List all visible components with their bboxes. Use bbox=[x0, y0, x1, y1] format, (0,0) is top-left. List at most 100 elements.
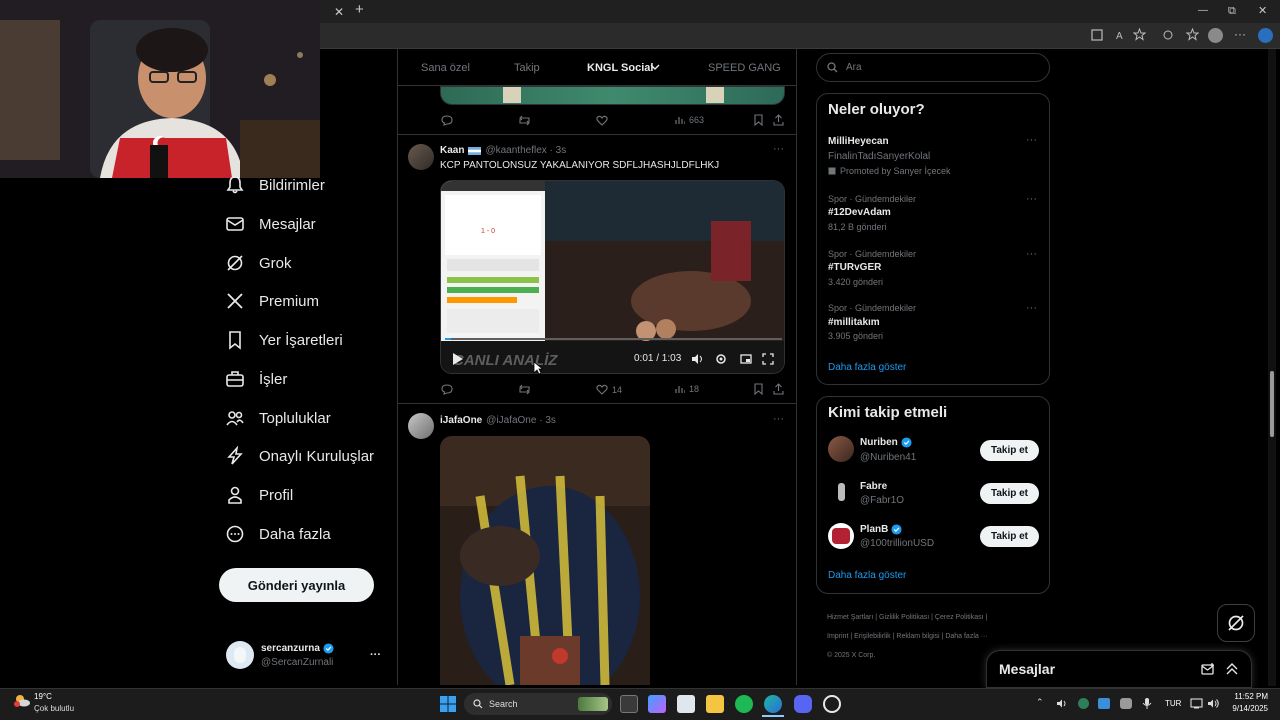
promoted-trend-name[interactable]: MilliHeyecan bbox=[828, 136, 889, 147]
scrollbar[interactable] bbox=[1268, 49, 1276, 686]
weather-icon[interactable] bbox=[12, 692, 32, 708]
share-icon[interactable] bbox=[773, 383, 784, 395]
search-input[interactable]: Ara bbox=[846, 62, 862, 73]
footer-link[interactable]: Gizlilik Politikası bbox=[879, 614, 929, 621]
windows-start-icon[interactable] bbox=[440, 696, 456, 712]
tweet-more-icon[interactable]: ··· bbox=[773, 143, 784, 155]
footer-link[interactable]: Reklam bilgisi bbox=[896, 633, 939, 640]
avatar[interactable] bbox=[828, 436, 854, 462]
settings-gear-icon[interactable] bbox=[715, 353, 727, 365]
close-tab-icon[interactable]: ✕ bbox=[334, 5, 344, 19]
input-language[interactable]: TUR bbox=[1165, 699, 1181, 708]
trend-name[interactable]: #millitakım bbox=[828, 317, 880, 328]
follow-button[interactable]: Takip et bbox=[980, 483, 1039, 504]
task-view-icon[interactable] bbox=[620, 695, 638, 713]
fullscreen-icon[interactable] bbox=[762, 353, 774, 365]
nav-item-grok[interactable]: Grok bbox=[225, 245, 292, 281]
footer-link[interactable]: Çerez Politikası bbox=[935, 614, 984, 621]
nav-item-bookmarks[interactable]: Yer İşaretleri bbox=[225, 322, 343, 358]
footer-link[interactable]: Daha fazla ··· bbox=[945, 633, 987, 640]
avatar[interactable] bbox=[408, 144, 434, 170]
tweet-more-icon[interactable]: ··· bbox=[773, 413, 784, 425]
bookmark-icon[interactable] bbox=[753, 114, 764, 126]
file-explorer-icon[interactable] bbox=[706, 695, 724, 713]
network-icon[interactable] bbox=[1190, 698, 1203, 709]
spotify-icon[interactable] bbox=[735, 695, 753, 713]
views-count[interactable]: 18 bbox=[675, 384, 699, 394]
tray-chevron-up-icon[interactable]: ⌃ bbox=[1036, 697, 1044, 708]
clock-time[interactable]: 11:52 PM bbox=[1226, 692, 1268, 701]
tab-following[interactable]: Takip bbox=[514, 62, 540, 74]
follow-button[interactable]: Takip et bbox=[980, 440, 1039, 461]
footer-link[interactable]: Erişilebilirlik bbox=[854, 633, 891, 640]
footer-link[interactable]: Imprint bbox=[827, 633, 848, 640]
new-message-icon[interactable] bbox=[1201, 662, 1215, 676]
tab-for-you[interactable]: Sana özel bbox=[421, 62, 470, 74]
trend-more-icon[interactable]: ··· bbox=[1026, 193, 1037, 205]
nav-item-jobs[interactable]: İşler bbox=[225, 361, 287, 397]
weather-desc[interactable]: Çok bulutlu bbox=[34, 704, 74, 713]
tweet-video[interactable]: 1 - 0 CANLI ANALİZ bbox=[440, 180, 785, 374]
search-bar[interactable]: Ara bbox=[816, 53, 1050, 82]
repost-icon[interactable] bbox=[518, 115, 531, 126]
tab-speed-gang[interactable]: SPEED GANG bbox=[708, 62, 781, 74]
favorite-star-icon[interactable] bbox=[1133, 28, 1146, 41]
clock-date[interactable]: 9/14/2025 bbox=[1222, 704, 1268, 713]
read-aloud-icon[interactable]: A bbox=[1116, 29, 1130, 41]
nav-item-communities[interactable]: Topluluklar bbox=[225, 400, 331, 436]
nav-item-notifications[interactable]: Bildirimler bbox=[225, 167, 325, 203]
new-tab-icon[interactable]: + bbox=[355, 2, 364, 17]
weather-temp[interactable]: 19°C bbox=[34, 692, 52, 701]
volume-icon[interactable] bbox=[691, 353, 704, 365]
maximize-icon[interactable]: ⧉ bbox=[1228, 4, 1236, 18]
discord-icon[interactable] bbox=[794, 695, 812, 713]
tweet-author[interactable]: iJafaOne bbox=[440, 415, 482, 426]
views-count[interactable]: 663 bbox=[675, 115, 704, 125]
follow-name[interactable]: Fabre bbox=[860, 481, 887, 492]
tray-app-icon[interactable] bbox=[1078, 698, 1089, 709]
tweet-handle[interactable]: @kaantheflex · 3s bbox=[485, 145, 566, 156]
repost-icon[interactable] bbox=[518, 384, 531, 395]
bookmark-icon[interactable] bbox=[753, 383, 764, 395]
edge-icon[interactable] bbox=[764, 695, 782, 713]
tweet-media[interactable] bbox=[440, 436, 650, 685]
grok-floating-button[interactable] bbox=[1217, 604, 1255, 642]
messages-drawer[interactable]: Mesajlar bbox=[986, 650, 1252, 688]
share-icon[interactable] bbox=[773, 114, 784, 126]
tray-steam-icon[interactable] bbox=[1098, 698, 1110, 709]
avatar[interactable] bbox=[408, 413, 434, 439]
speaker-icon[interactable] bbox=[1207, 698, 1219, 709]
store-icon[interactable] bbox=[677, 695, 695, 713]
follow-name-row[interactable]: PlanB bbox=[860, 524, 902, 535]
chevron-up-icon[interactable] bbox=[1225, 662, 1239, 676]
account-more-icon[interactable]: ··· bbox=[370, 649, 381, 661]
play-icon[interactable] bbox=[450, 352, 464, 366]
tray-cloud-icon[interactable] bbox=[1120, 698, 1132, 709]
avatar[interactable] bbox=[828, 479, 854, 505]
trend-name[interactable]: #12DevAdam bbox=[828, 207, 891, 218]
minimize-icon[interactable]: — bbox=[1198, 4, 1208, 18]
footer-link[interactable]: Hizmet Şartları bbox=[827, 614, 873, 621]
trends-show-more[interactable]: Daha fazla göster bbox=[828, 362, 906, 373]
nav-item-messages[interactable]: Mesajlar bbox=[225, 206, 316, 242]
avatar[interactable] bbox=[828, 523, 854, 549]
nav-item-verified-orgs[interactable]: Onaylı Kuruluşlar bbox=[225, 438, 374, 474]
reply-icon[interactable] bbox=[441, 384, 453, 395]
reply-icon[interactable] bbox=[441, 115, 453, 126]
window-close-icon[interactable]: ✕ bbox=[1258, 4, 1267, 18]
taskbar-search[interactable]: Search bbox=[464, 693, 612, 715]
account-name-row[interactable]: sercanzurna bbox=[261, 643, 334, 654]
profile-avatar-icon[interactable] bbox=[1208, 28, 1223, 43]
trend-more-icon[interactable]: ··· bbox=[1026, 302, 1037, 314]
extensions-icon[interactable] bbox=[1162, 29, 1174, 41]
like-icon[interactable] bbox=[596, 115, 608, 126]
microphone-icon[interactable] bbox=[1142, 697, 1152, 710]
chevron-down-icon[interactable] bbox=[650, 63, 660, 71]
account-avatar[interactable] bbox=[226, 641, 254, 669]
follow-show-more[interactable]: Daha fazla göster bbox=[828, 570, 906, 581]
tweet-author[interactable]: Kaan bbox=[440, 145, 464, 156]
nav-item-more[interactable]: Daha fazla bbox=[225, 516, 331, 552]
like-count[interactable]: 14 bbox=[596, 384, 622, 395]
follow-name-row[interactable]: Nuriben bbox=[860, 437, 912, 448]
trend-more-icon[interactable]: ··· bbox=[1026, 248, 1037, 260]
